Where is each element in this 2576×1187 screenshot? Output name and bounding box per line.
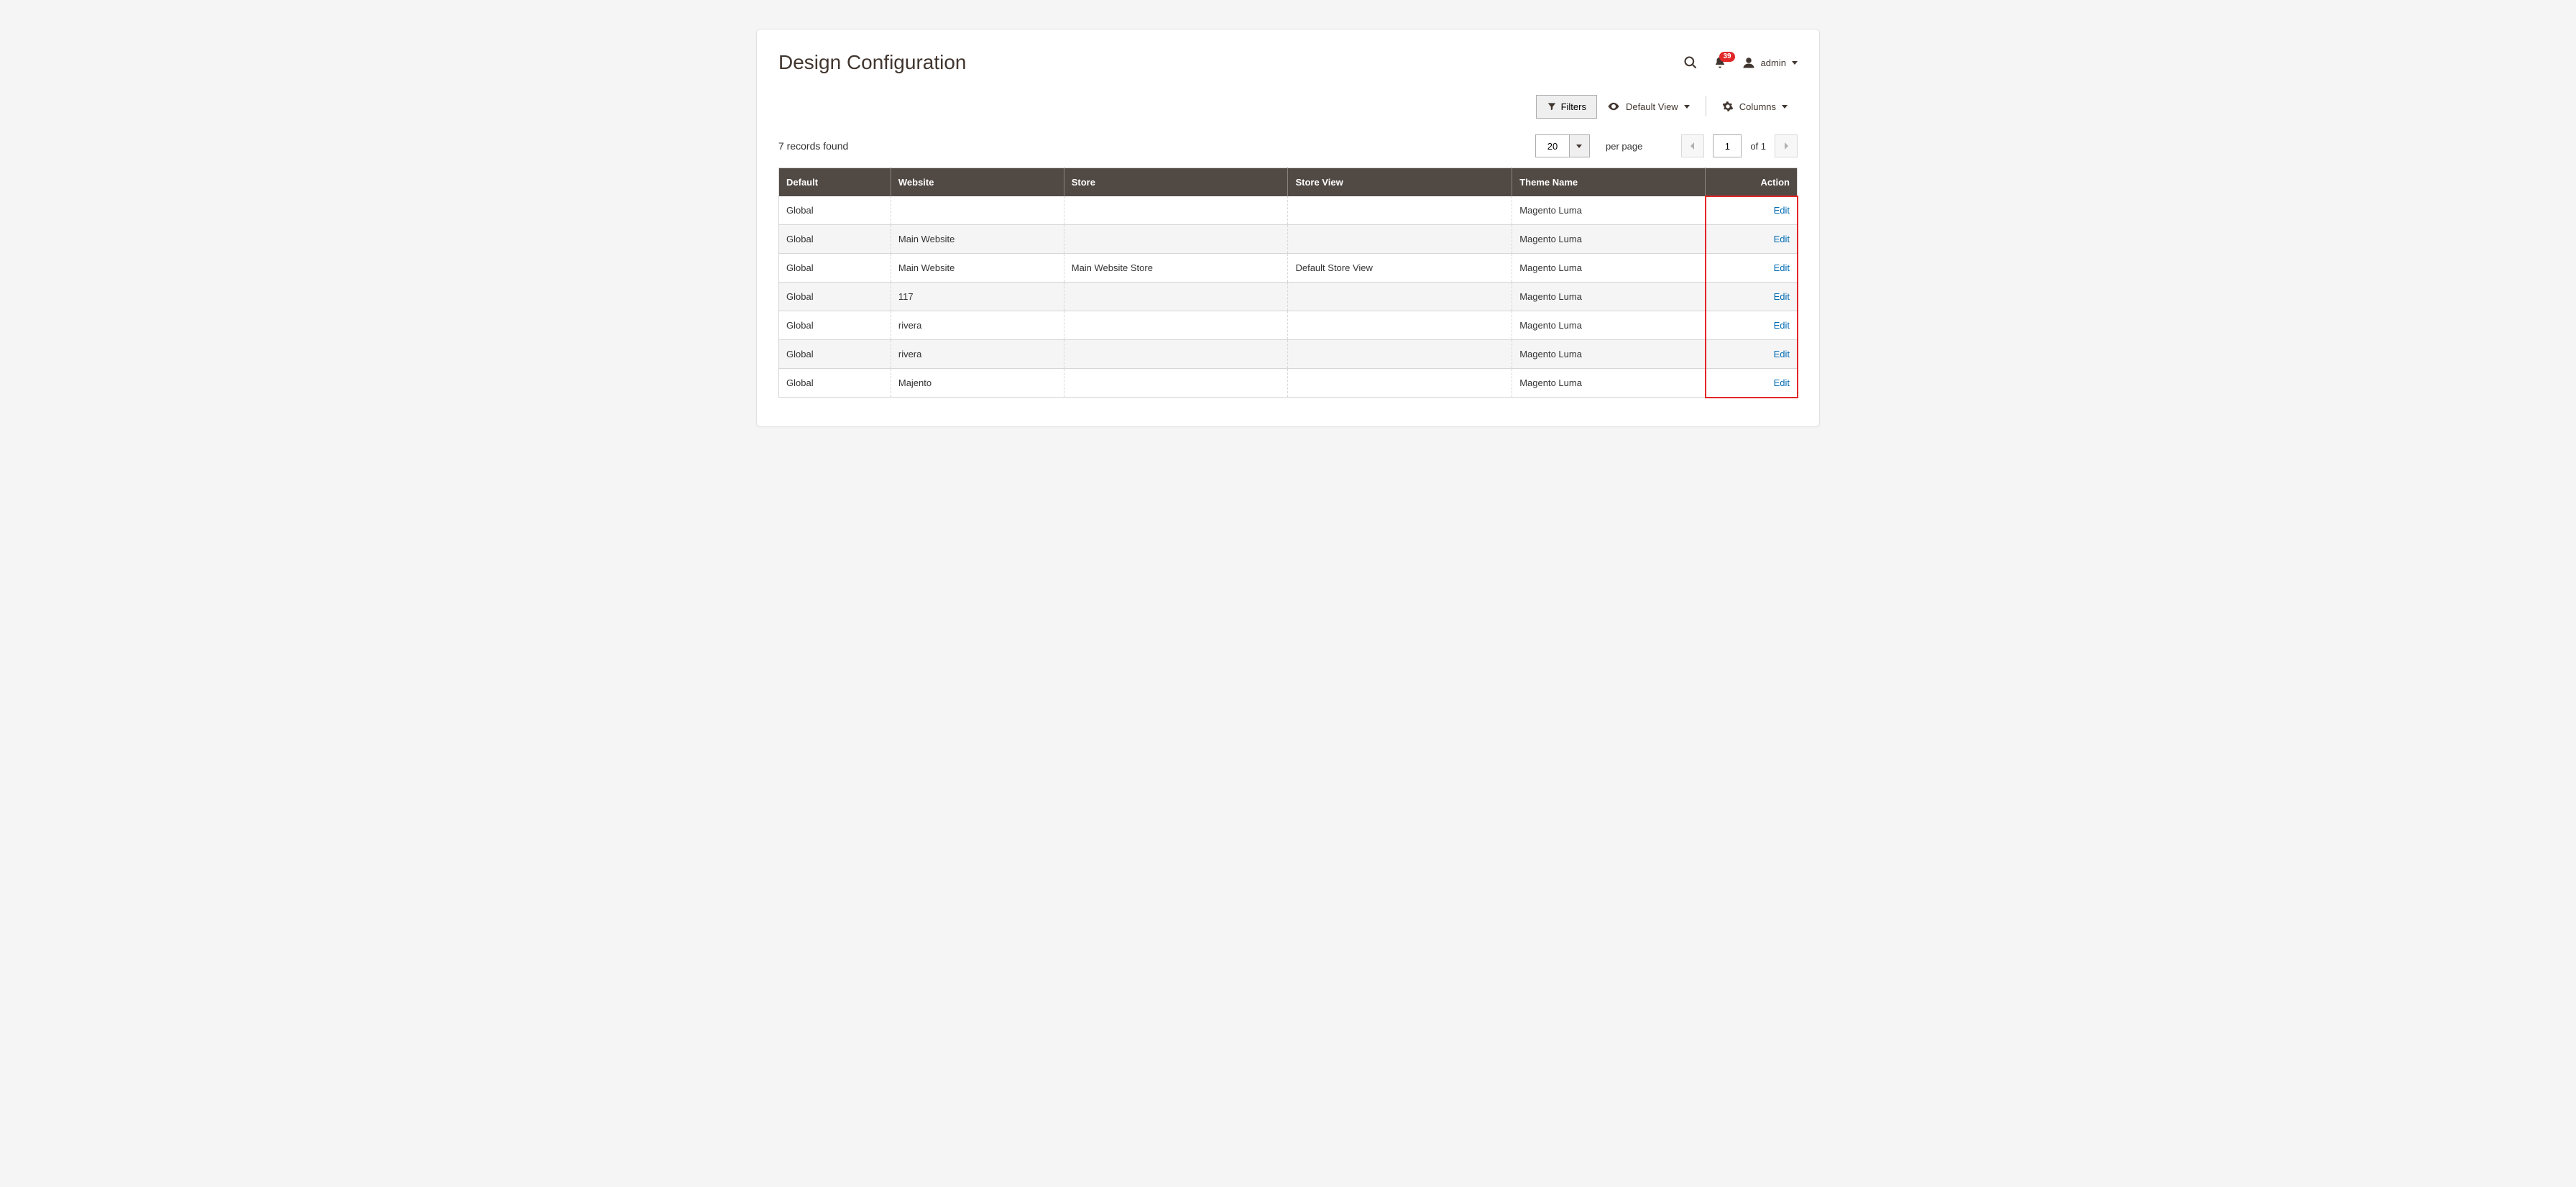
table-cell: Global (779, 340, 891, 369)
edit-link[interactable]: Edit (1774, 349, 1790, 359)
current-page-input[interactable] (1713, 134, 1742, 157)
chevron-down-icon (1684, 105, 1690, 109)
action-cell: Edit (1706, 340, 1798, 369)
edit-link[interactable]: Edit (1774, 320, 1790, 331)
table-cell: Global (779, 369, 891, 398)
action-cell: Edit (1706, 283, 1798, 311)
page-title: Design Configuration (778, 51, 967, 74)
filters-button[interactable]: Filters (1536, 95, 1597, 119)
col-website[interactable]: Website (891, 168, 1064, 197)
col-action: Action (1706, 168, 1798, 197)
table-cell (1288, 311, 1512, 340)
prev-page-button[interactable] (1681, 134, 1704, 157)
table-cell (1064, 283, 1288, 311)
table-cell: Magento Luma (1512, 196, 1706, 225)
table-cell: Main Website (891, 225, 1064, 254)
edit-link[interactable]: Edit (1774, 291, 1790, 302)
table-cell: Magento Luma (1512, 311, 1706, 340)
table-row[interactable]: Global117 Magento Luma Edit (779, 283, 1798, 311)
table-cell (1288, 225, 1512, 254)
table-cell: Magento Luma (1512, 283, 1706, 311)
table-cell: Global (779, 283, 891, 311)
per-page-label: per page (1606, 141, 1642, 152)
view-label: Default View (1626, 101, 1678, 112)
table-row[interactable]: GlobalMain WebsiteMain Website StoreDefa… (779, 254, 1798, 283)
action-cell: Edit (1706, 311, 1798, 340)
table-cell: rivera (891, 340, 1064, 369)
columns-toggle[interactable]: Columns (1712, 95, 1798, 118)
action-cell: Edit (1706, 225, 1798, 254)
action-cell: Edit (1706, 369, 1798, 398)
table-cell: Magento Luma (1512, 225, 1706, 254)
table-row[interactable]: GlobalMajento Magento Luma Edit (779, 369, 1798, 398)
table-cell (1064, 196, 1288, 225)
next-page-button[interactable] (1775, 134, 1798, 157)
design-grid: Default Website Store Store View Theme N… (778, 168, 1798, 398)
col-store-view[interactable]: Store View (1288, 168, 1512, 197)
chevron-down-icon (1782, 105, 1788, 109)
table-cell: Global (779, 254, 891, 283)
edit-link[interactable]: Edit (1774, 262, 1790, 273)
table-cell: Main Website Store (1064, 254, 1288, 283)
table-row[interactable]: Global Magento Luma Edit (779, 196, 1798, 225)
table-cell (891, 196, 1064, 225)
table-row[interactable]: GlobalMain Website Magento Luma Edit (779, 225, 1798, 254)
col-store[interactable]: Store (1064, 168, 1288, 197)
table-cell (1288, 196, 1512, 225)
table-cell: Magento Luma (1512, 340, 1706, 369)
notification-count-badge: 39 (1719, 52, 1734, 62)
table-cell (1064, 369, 1288, 398)
user-icon (1742, 56, 1755, 69)
eye-icon (1607, 100, 1620, 113)
table-cell: Global (779, 311, 891, 340)
chevron-right-icon (1782, 142, 1790, 150)
table-cell: Main Website (891, 254, 1064, 283)
view-toggle[interactable]: Default View (1597, 94, 1700, 119)
user-label: admin (1761, 58, 1786, 68)
table-cell (1288, 340, 1512, 369)
table-cell: 117 (891, 283, 1064, 311)
table-cell (1064, 311, 1288, 340)
edit-link[interactable]: Edit (1774, 234, 1790, 244)
chevron-down-icon (1576, 145, 1582, 148)
notifications-button[interactable]: 39 (1714, 56, 1726, 69)
table-cell: Global (779, 225, 891, 254)
records-found: 7 records found (778, 140, 848, 152)
table-row[interactable]: Globalrivera Magento Luma Edit (779, 340, 1798, 369)
gear-icon (1722, 101, 1734, 112)
edit-link[interactable]: Edit (1774, 377, 1790, 388)
edit-link[interactable]: Edit (1774, 205, 1790, 216)
page-size-dropdown[interactable] (1570, 134, 1590, 157)
table-cell: Magento Luma (1512, 369, 1706, 398)
filters-label: Filters (1561, 101, 1586, 112)
page-total-label: of 1 (1750, 141, 1766, 152)
table-cell: Magento Luma (1512, 254, 1706, 283)
table-cell (1288, 283, 1512, 311)
table-cell (1288, 369, 1512, 398)
chevron-down-icon (1792, 61, 1798, 65)
columns-label: Columns (1739, 101, 1776, 112)
user-menu[interactable]: admin (1742, 56, 1798, 69)
table-cell: rivera (891, 311, 1064, 340)
search-icon[interactable] (1683, 55, 1698, 70)
chevron-left-icon (1689, 142, 1696, 150)
table-cell: Global (779, 196, 891, 225)
col-default[interactable]: Default (779, 168, 891, 197)
table-cell: Default Store View (1288, 254, 1512, 283)
page-size-input[interactable] (1535, 134, 1570, 157)
table-cell (1064, 340, 1288, 369)
col-theme-name[interactable]: Theme Name (1512, 168, 1706, 197)
action-cell: Edit (1706, 254, 1798, 283)
table-cell (1064, 225, 1288, 254)
funnel-icon (1547, 101, 1557, 111)
table-cell: Majento (891, 369, 1064, 398)
action-cell: Edit (1706, 196, 1798, 225)
table-row[interactable]: Globalrivera Magento Luma Edit (779, 311, 1798, 340)
